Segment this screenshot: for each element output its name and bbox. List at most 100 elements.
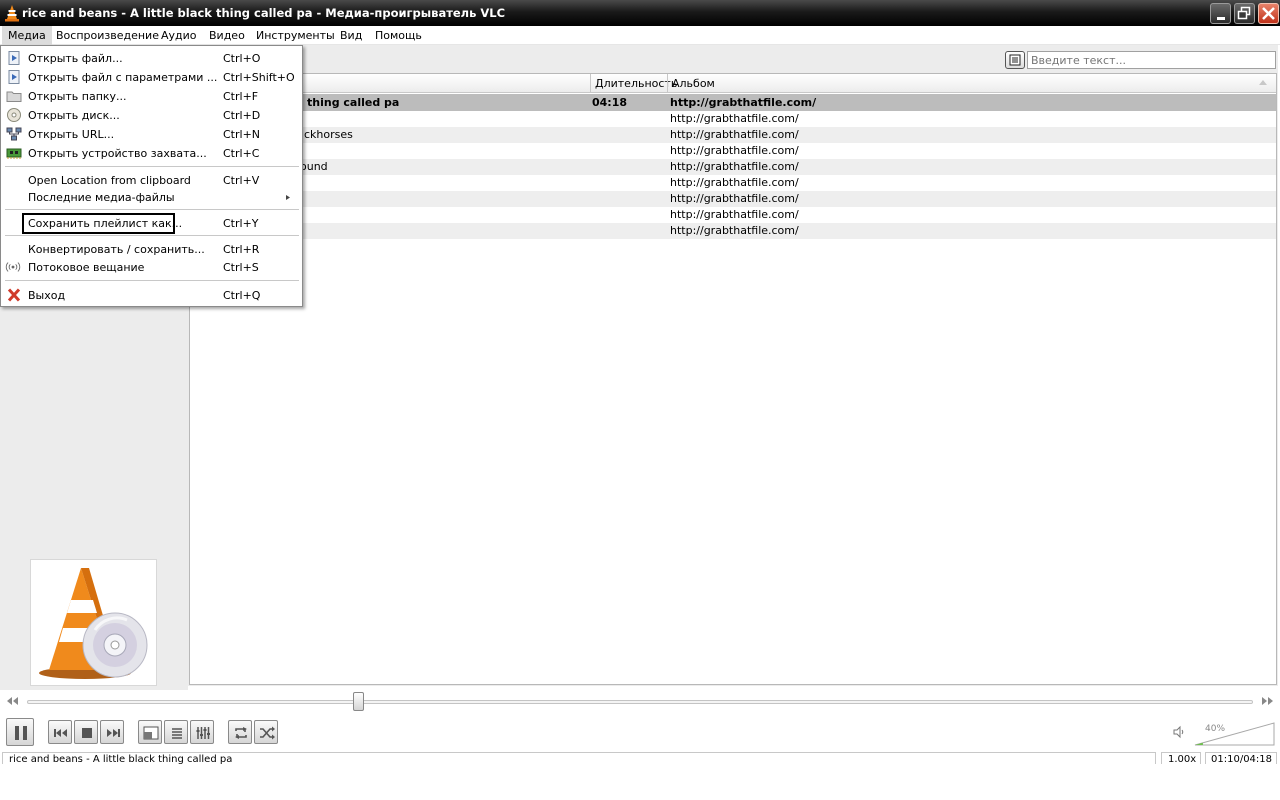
menu-item-open-file[interactable]: Открыть файл... Ctrl+O — [2, 49, 301, 68]
playlist-toggle-button[interactable] — [164, 720, 188, 744]
sort-arrow-icon — [1259, 80, 1267, 85]
extended-settings-button[interactable] — [190, 720, 214, 744]
restore-icon — [1237, 6, 1251, 20]
vlc-cone-icon — [5, 5, 19, 22]
restore-button[interactable] — [1234, 3, 1255, 24]
menu-item-open-url[interactable]: Открыть URL... Ctrl+N — [2, 125, 301, 144]
menu-item-streaming[interactable]: Потоковое вещание Ctrl+S — [2, 258, 301, 277]
table-row[interactable]: http://grabthatfile.com/ — [190, 143, 1276, 159]
row-album: http://grabthatfile.com/ — [670, 160, 799, 173]
table-row[interactable]: ckhorses http://grabthatfile.com/ — [190, 127, 1276, 143]
playlist-view-button[interactable] — [1005, 51, 1025, 69]
vlc-cone-disc-art — [39, 568, 148, 679]
menu-item-shortcut: Ctrl+C — [223, 147, 260, 160]
table-row[interactable]: http://grabthatfile.com/ — [190, 223, 1276, 239]
shuffle-button[interactable] — [254, 720, 278, 744]
window-title: rice and beans - A little black thing ca… — [22, 6, 506, 20]
menu-item-save-playlist[interactable]: Сохранить плейлист как... Ctrl+Y — [2, 213, 301, 234]
seek-slider[interactable] — [27, 700, 1253, 704]
table-row[interactable]: http://grabthatfile.com/ — [190, 207, 1276, 223]
table-row[interactable]: http://grabthatfile.com/ — [190, 175, 1276, 191]
next-button[interactable] — [100, 720, 124, 744]
menu-item-label: Открыть файл с параметрами ... — [28, 71, 218, 84]
row-title: ound — [300, 160, 328, 173]
status-time[interactable]: 01:10/04:18 — [1205, 752, 1277, 764]
row-album: http://grabthatfile.com/ — [670, 112, 799, 125]
previous-button[interactable] — [48, 720, 72, 744]
menu-item-shortcut: Ctrl+Y — [223, 217, 259, 230]
playlist-table: Длительность Альбом thing called pa 04:1… — [189, 73, 1277, 685]
open-file-advanced-icon — [8, 70, 20, 84]
previous-icon — [54, 729, 67, 737]
menu-item-shortcut: Ctrl+F — [223, 90, 259, 103]
media-menu-dropdown: Открыть файл... Ctrl+O Открыть файл с па… — [0, 45, 303, 307]
menu-item-label: Конвертировать / сохранить... — [28, 243, 205, 256]
menu-playback[interactable]: Воспроизведение — [50, 26, 165, 45]
menu-item-convert-save[interactable]: Конвертировать / сохранить... Ctrl+R — [2, 240, 301, 259]
menu-separator — [5, 209, 299, 210]
playlist-search-input[interactable] — [1027, 51, 1276, 69]
menu-item-exit[interactable]: Выход Ctrl+Q — [2, 286, 301, 305]
row-album: http://grabthatfile.com/ — [670, 128, 799, 141]
loop-icon — [235, 727, 247, 739]
menu-item-label: Сохранить плейлист как... — [28, 217, 183, 230]
row-title: thing called pa — [307, 96, 400, 109]
volume-slider[interactable] — [1194, 722, 1276, 746]
menu-view[interactable]: Вид — [334, 26, 368, 45]
menu-item-label: Открыть URL... — [28, 128, 115, 141]
speaker-icon[interactable] — [1172, 725, 1186, 739]
row-album: http://grabthatfile.com/ — [670, 176, 799, 189]
capture-card-icon — [6, 148, 22, 159]
menu-item-shortcut: Ctrl+N — [223, 128, 261, 141]
close-icon — [1262, 7, 1275, 20]
stream-icon — [5, 262, 21, 272]
menu-item-open-disc[interactable]: Открыть диск... Ctrl+D — [2, 106, 301, 125]
menu-item-shortcut: Ctrl+O — [223, 52, 261, 65]
row-album: http://grabthatfile.com/ — [670, 96, 817, 109]
menu-separator — [5, 280, 299, 281]
folder-icon — [6, 91, 22, 102]
seek-forward-icon[interactable] — [1260, 696, 1274, 706]
row-album: http://grabthatfile.com/ — [670, 208, 799, 221]
menu-audio[interactable]: Аудио — [155, 26, 203, 45]
menu-item-label: Выход — [28, 289, 66, 302]
stop-icon — [82, 728, 92, 738]
pause-button[interactable] — [6, 718, 34, 746]
menu-item-recent-media[interactable]: Последние медиа-файлы — [2, 188, 301, 207]
equalizer-icon — [196, 727, 210, 739]
menu-item-shortcut: Ctrl+S — [223, 261, 259, 274]
loop-button[interactable] — [228, 720, 252, 744]
menu-item-open-capture-device[interactable]: Открыть устройство захвата... Ctrl+C — [2, 144, 301, 163]
minimize-icon — [1217, 17, 1225, 20]
menu-video[interactable]: Видео — [203, 26, 251, 45]
menu-item-open-folder[interactable]: Открыть папку... Ctrl+F — [2, 87, 301, 106]
menu-item-open-file-advanced[interactable]: Открыть файл с параметрами ... Ctrl+Shif… — [2, 68, 301, 87]
menu-tools[interactable]: Инструменты — [250, 26, 341, 45]
table-row[interactable]: ound http://grabthatfile.com/ — [190, 159, 1276, 175]
row-album: http://grabthatfile.com/ — [670, 192, 799, 205]
table-row[interactable]: http://grabthatfile.com/ — [190, 111, 1276, 127]
menu-separator — [5, 235, 299, 236]
status-playback-rate[interactable]: 1.00x — [1161, 752, 1201, 764]
fullscreen-icon — [143, 726, 159, 740]
seek-backward-icon[interactable] — [6, 696, 20, 706]
menu-item-label: Открыть устройство захвата... — [28, 147, 207, 160]
menu-bar: Медиа Воспроизведение Аудио Видео Инстру… — [0, 26, 1280, 45]
playlist-icon — [172, 728, 182, 739]
menu-help[interactable]: Помощь — [369, 26, 428, 45]
menu-media[interactable]: Медиа — [2, 26, 52, 45]
column-album-header[interactable]: Альбом — [667, 74, 1276, 93]
seek-slider-handle[interactable] — [352, 692, 364, 711]
row-album: http://grabthatfile.com/ — [670, 144, 799, 157]
close-button[interactable] — [1258, 3, 1279, 24]
fullscreen-button[interactable] — [138, 720, 162, 744]
table-row[interactable]: thing called pa 04:18 http://grabthatfil… — [190, 94, 1276, 111]
open-file-icon — [8, 51, 20, 65]
minimize-button[interactable] — [1210, 3, 1231, 24]
title-bar: rice and beans - A little black thing ca… — [0, 0, 1280, 26]
column-duration-header[interactable]: Длительность — [590, 74, 677, 93]
table-row[interactable]: http://grabthatfile.com/ — [190, 191, 1276, 207]
status-now-playing: rice and beans - A little black thing ca… — [2, 752, 1156, 764]
menu-item-label: Потоковое вещание — [28, 261, 145, 274]
stop-button[interactable] — [74, 720, 98, 744]
